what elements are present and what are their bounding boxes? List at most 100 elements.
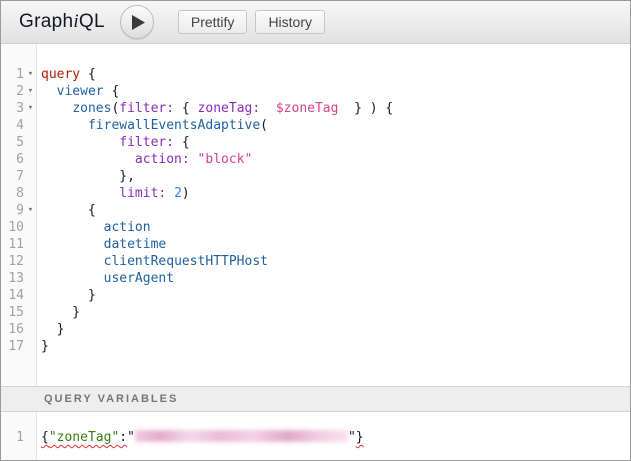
history-button[interactable]: History (255, 10, 325, 34)
code-text: } (37, 304, 80, 321)
token-punc: { (174, 101, 197, 116)
code-text: } (37, 338, 49, 355)
code-text: query { (37, 66, 96, 83)
code-line[interactable]: 9▾ { (1, 202, 630, 219)
code-line[interactable]: 4 firewallEventsAdaptive( (1, 117, 630, 134)
line-number: 6 (1, 151, 24, 168)
code-line[interactable]: 13 userAgent (1, 270, 630, 287)
fold-gutter-spacer (24, 134, 37, 151)
app-title-graph: Graph (19, 11, 73, 32)
fold-arrow-icon[interactable]: ▾ (24, 83, 37, 100)
token-string: "block" (198, 152, 253, 167)
fold-gutter-spacer (24, 168, 37, 185)
line-number: 1 (1, 66, 24, 83)
token-number: 2 (174, 186, 182, 201)
token-punc: } (41, 339, 49, 354)
token-punc: " (127, 430, 135, 445)
code-line[interactable]: 7 }, (1, 168, 630, 185)
fold-arrow-icon[interactable]: ▾ (24, 100, 37, 117)
token-punc (41, 135, 119, 150)
code-text: userAgent (37, 270, 174, 287)
code-text: viewer { (37, 83, 119, 100)
token-punc: } (356, 430, 364, 445)
line-number: 17 (1, 338, 24, 355)
code-text: {"zoneTag":""} (37, 429, 364, 446)
line-number: 7 (1, 168, 24, 185)
token-punc (260, 101, 276, 116)
token-punc: } (41, 305, 80, 320)
token-property: action (104, 220, 151, 235)
token-punc: { (41, 203, 96, 218)
token-punc: ( (260, 118, 268, 133)
token-attribute: filter: (119, 101, 174, 116)
variables-editor[interactable]: 1{"zoneTag":""} (1, 412, 630, 460)
prettify-button[interactable]: Prettify (178, 10, 248, 34)
fold-arrow-icon[interactable]: ▾ (24, 202, 37, 219)
token-punc: { (41, 430, 49, 445)
token-attribute: action: (135, 152, 190, 167)
execute-button[interactable] (120, 5, 154, 39)
fold-gutter-spacer (24, 236, 37, 253)
token-attribute: zoneTag: (198, 101, 261, 116)
fold-gutter-spacer (24, 151, 37, 168)
code-line[interactable]: 1▾query { (1, 66, 630, 83)
line-number: 3 (1, 100, 24, 117)
code-line[interactable]: 12 clientRequestHTTPHost (1, 253, 630, 270)
code-line[interactable]: 5 filter: { (1, 134, 630, 151)
token-property: firewallEventsAdaptive (88, 118, 260, 133)
code-line[interactable]: 2▾ viewer { (1, 83, 630, 100)
code-line[interactable]: 11 datetime (1, 236, 630, 253)
token-property: zones (72, 101, 111, 116)
line-number: 14 (1, 287, 24, 304)
token-punc: }, (41, 169, 135, 184)
code-line[interactable]: 16 } (1, 321, 630, 338)
query-editor[interactable]: 1▾query {2▾ viewer {3▾ zones(filter: { z… (1, 44, 630, 386)
fold-arrow-icon[interactable]: ▾ (24, 66, 37, 83)
code-line[interactable]: 6 action: "block" (1, 151, 630, 168)
code-line[interactable]: 3▾ zones(filter: { zoneTag: $zoneTag } )… (1, 100, 630, 117)
code-text: clientRequestHTTPHost (37, 253, 268, 270)
code-line[interactable]: 17} (1, 338, 630, 355)
variables-title: QUERY VARIABLES (44, 393, 178, 405)
fold-gutter-spacer (24, 338, 37, 355)
line-number: 2 (1, 83, 24, 100)
line-number: 11 (1, 236, 24, 253)
line-number: 13 (1, 270, 24, 287)
token-punc (41, 152, 135, 167)
token-punc (41, 186, 119, 201)
token-punc (41, 84, 57, 99)
code-text: } (37, 321, 64, 338)
variables-title-bar[interactable]: QUERY VARIABLES (1, 386, 630, 412)
token-punc: } (41, 288, 96, 303)
fold-gutter-spacer (24, 429, 37, 446)
token-punc (41, 254, 104, 269)
app-title: GraphiQL (19, 11, 105, 33)
code-text: zones(filter: { zoneTag: $zoneTag } ) { (37, 100, 393, 117)
fold-gutter-spacer (24, 321, 37, 338)
line-number: 4 (1, 117, 24, 134)
code-line[interactable]: 15 } (1, 304, 630, 321)
code-line[interactable]: 8 limit: 2) (1, 185, 630, 202)
fold-gutter-spacer (24, 287, 37, 304)
line-number: 5 (1, 134, 24, 151)
code-line[interactable]: 1{"zoneTag":""} (1, 429, 630, 446)
token-attribute: filter: (119, 135, 174, 150)
token-punc (41, 118, 88, 133)
code-text: { (37, 202, 96, 219)
token-punc (41, 101, 72, 116)
toolbar: GraphiQL Prettify History (1, 1, 630, 44)
code-text: action (37, 219, 151, 236)
token-property: userAgent (104, 271, 174, 286)
code-text: action: "block" (37, 151, 252, 168)
line-number: 9 (1, 202, 24, 219)
code-text: filter: { (37, 134, 190, 151)
token-punc: { (104, 84, 120, 99)
fold-gutter-spacer (24, 304, 37, 321)
code-text: datetime (37, 236, 166, 253)
fold-gutter-spacer (24, 219, 37, 236)
graphiql-window: GraphiQL Prettify History 1▾query {2▾ vi… (0, 0, 631, 461)
code-line[interactable]: 14 } (1, 287, 630, 304)
code-line[interactable]: 10 action (1, 219, 630, 236)
token-variable: $zoneTag (276, 101, 339, 116)
token-punc: : (119, 430, 127, 445)
